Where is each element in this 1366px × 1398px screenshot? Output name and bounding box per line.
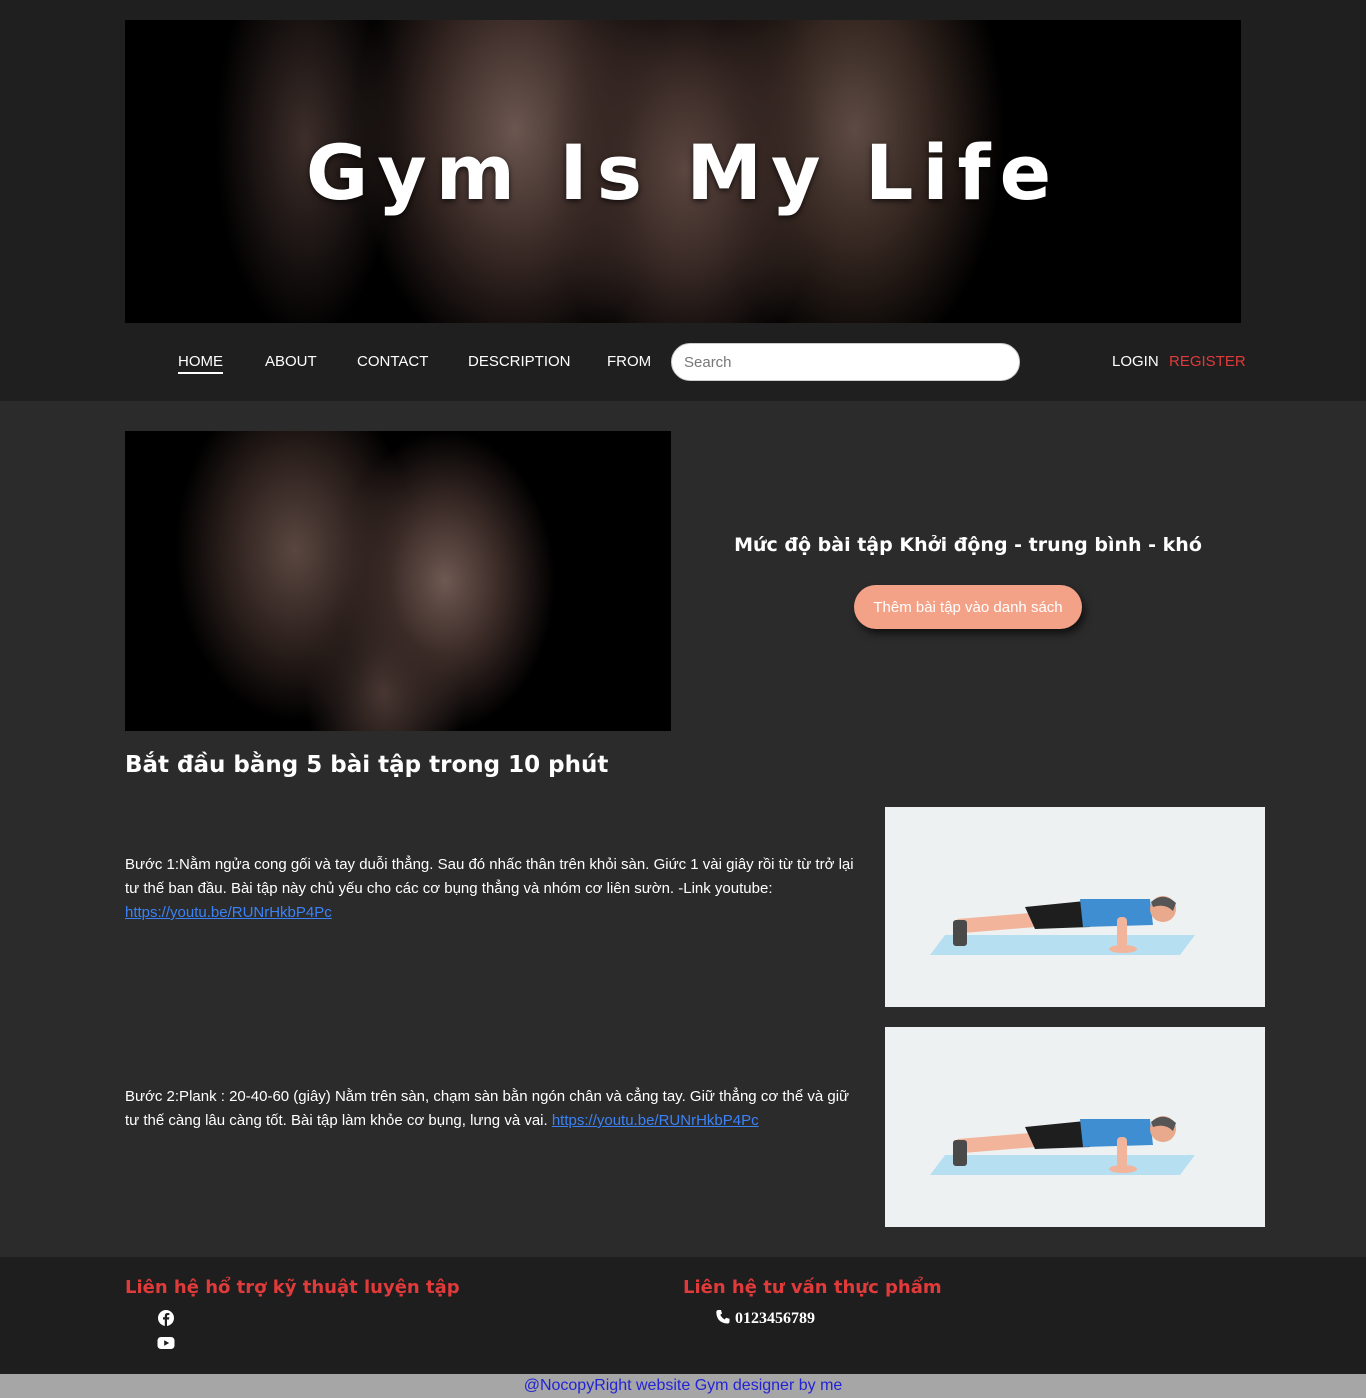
youtube-icon[interactable] (157, 1334, 175, 1352)
exercise-level-text: Mức độ bài tập Khởi động - trung bình - … (734, 534, 1202, 556)
step-1-text: Bước 1:Nằm ngửa cong gối và tay duỗi thẳ… (125, 853, 865, 925)
facebook-icon[interactable] (157, 1309, 175, 1327)
add-exercise-button[interactable]: Thêm bài tập vào danh sách (854, 585, 1082, 629)
step-2-youtube-link[interactable]: https://youtu.be/RUNrHkbP4Pc (552, 1112, 759, 1129)
step-1-description: Bước 1:Nằm ngửa cong gối và tay duỗi thẳ… (125, 856, 854, 897)
banner-image: Gym Is My Life (125, 20, 1241, 323)
step-2-text: Bước 2:Plank : 20-40-60 (giây) Nằm trên … (125, 1085, 865, 1133)
nav-contact[interactable]: CONTACT (357, 353, 428, 370)
nav-about[interactable]: ABOUT (265, 353, 317, 370)
nav-from[interactable]: FROM (607, 353, 651, 370)
main-nav: HOME ABOUT CONTACT DESCRIPTION FROM LOGI… (0, 343, 1366, 383)
search-input[interactable] (671, 343, 1020, 381)
phone-contact: 0123456789 (715, 1309, 815, 1328)
abs-image (125, 431, 671, 731)
pushup-illustration (930, 1116, 1195, 1175)
phone-number: 0123456789 (735, 1310, 815, 1327)
nav-description[interactable]: DESCRIPTION (468, 353, 571, 370)
phone-icon (716, 1310, 730, 1324)
section-title: Bắt đầu bằng 5 bài tập trong 10 phút (125, 752, 609, 778)
step-2-pushup-image (885, 1027, 1265, 1227)
banner-title: Gym Is My Life (305, 128, 1061, 217)
footer: Liên hệ hổ trợ kỹ thuật luyện tập Liên h… (0, 1257, 1366, 1374)
login-link[interactable]: LOGIN (1112, 353, 1159, 370)
support-title: Liên hệ hổ trợ kỹ thuật luyện tập (125, 1277, 460, 1298)
step-1-youtube-link[interactable]: https://youtu.be/RUNrHkbP4Pc (125, 904, 332, 921)
copyright-bar: @NocopyRight website Gym designer by me (0, 1374, 1366, 1398)
register-link[interactable]: REGISTER (1169, 353, 1246, 370)
nav-home[interactable]: HOME (178, 353, 223, 374)
food-consult-title: Liên hệ tư vấn thực phẩm (683, 1277, 942, 1298)
pushup-illustration (930, 896, 1195, 955)
step-1-pushup-image (885, 807, 1265, 1007)
